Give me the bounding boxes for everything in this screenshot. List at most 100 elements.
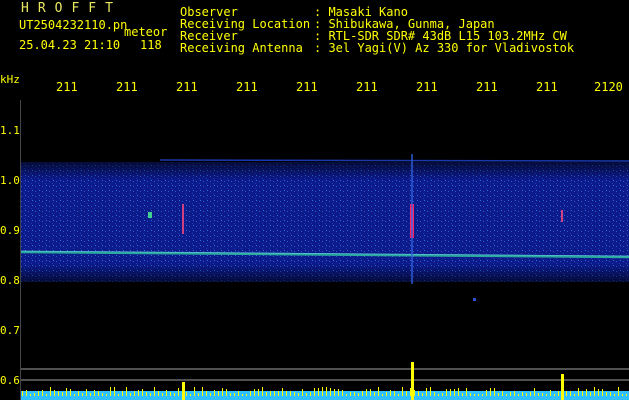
spectrogram [20, 154, 629, 400]
upper-trace [159, 159, 629, 162]
level-spike [106, 394, 107, 396]
level-spike [386, 392, 387, 396]
level-spike [498, 393, 499, 396]
level-spike [350, 392, 351, 396]
level-spike [226, 389, 227, 396]
level-spike [70, 389, 71, 396]
level-spike [46, 394, 47, 396]
frequency-tick-label: 0.8 [0, 274, 20, 287]
level-spike [434, 392, 435, 396]
level-spike [506, 394, 507, 396]
level-spike [86, 389, 87, 396]
level-spike [406, 391, 407, 396]
mode-label: meteor [124, 25, 168, 39]
level-spike [150, 393, 151, 396]
level-spike [58, 391, 59, 396]
level-spike [422, 393, 423, 396]
level-spike [510, 392, 511, 396]
level-spike [382, 394, 383, 396]
level-spike [262, 387, 263, 396]
level-spike [622, 394, 623, 396]
level-spike [378, 387, 379, 396]
level-spike [618, 387, 619, 396]
level-spike [442, 393, 443, 396]
time-tick-label: 211 [476, 80, 498, 94]
level-spike [358, 393, 359, 396]
level-spike [326, 387, 327, 396]
level-spike [142, 389, 143, 396]
level-spike [334, 389, 335, 396]
meteor-echo [182, 204, 184, 234]
level-spike [614, 394, 615, 396]
level-spike [610, 392, 611, 396]
level-spike [530, 392, 531, 396]
meteor-count: 118 [140, 38, 162, 52]
level-spike [550, 390, 551, 396]
level-spike [590, 392, 591, 396]
signal-level-bars [20, 391, 629, 400]
level-spike [118, 394, 119, 396]
meteor-echo-trail [411, 154, 413, 284]
level-spike [474, 394, 475, 396]
level-spike [222, 388, 223, 396]
level-spike [410, 388, 411, 396]
level-spike [218, 391, 219, 396]
level-spike [458, 388, 459, 396]
frequency-unit: kHz [0, 73, 20, 86]
level-spike [502, 391, 503, 396]
level-spike [246, 394, 247, 396]
level-spike [278, 391, 279, 396]
level-spike [298, 393, 299, 396]
antenna-label: Receiving Antenna [180, 41, 303, 55]
level-spike [338, 389, 339, 396]
level-spike [478, 394, 479, 396]
level-spike [574, 394, 575, 396]
level-spike [322, 387, 323, 396]
level-spike [490, 388, 491, 396]
level-spike [98, 391, 99, 396]
level-spike [482, 394, 483, 396]
level-spike [586, 389, 587, 396]
level-spike [190, 394, 191, 396]
level-spike [486, 390, 487, 396]
level-spike [174, 393, 175, 396]
level-spike [258, 389, 259, 396]
level-spike [42, 390, 43, 396]
level-spike [494, 388, 495, 396]
file-name: UT2504232110.pn [19, 18, 128, 32]
level-spike [282, 388, 283, 396]
level-spike [146, 392, 147, 396]
level-spike [578, 388, 579, 396]
level-spike [202, 387, 203, 396]
level-spike [602, 389, 603, 396]
level-spike [198, 393, 199, 396]
level-spike [186, 392, 187, 396]
level-spike [162, 393, 163, 396]
level-spike [418, 391, 419, 396]
level-spike [82, 393, 83, 396]
level-spike [178, 388, 179, 396]
time-tick-label: 211 [356, 80, 378, 94]
level-spike [342, 390, 343, 396]
level-spike [594, 387, 595, 396]
meteor-echo [473, 298, 476, 301]
level-spike [122, 391, 123, 396]
level-spike [154, 387, 155, 396]
level-spike [318, 388, 319, 396]
level-spike [286, 391, 287, 396]
level-spike [50, 387, 51, 396]
level-spike [390, 390, 391, 396]
level-spike [542, 393, 543, 396]
level-spike [66, 388, 67, 396]
level-spike [22, 391, 23, 396]
level-spike [182, 382, 185, 400]
level-spike [74, 394, 75, 396]
time-tick-label: 211 [416, 80, 438, 94]
level-spike [266, 392, 267, 396]
level-spike [78, 391, 79, 396]
level-spike [414, 390, 415, 396]
level-spike [210, 393, 211, 396]
level-spike [114, 387, 115, 396]
level-spike [514, 391, 515, 396]
level-spike [306, 393, 307, 396]
